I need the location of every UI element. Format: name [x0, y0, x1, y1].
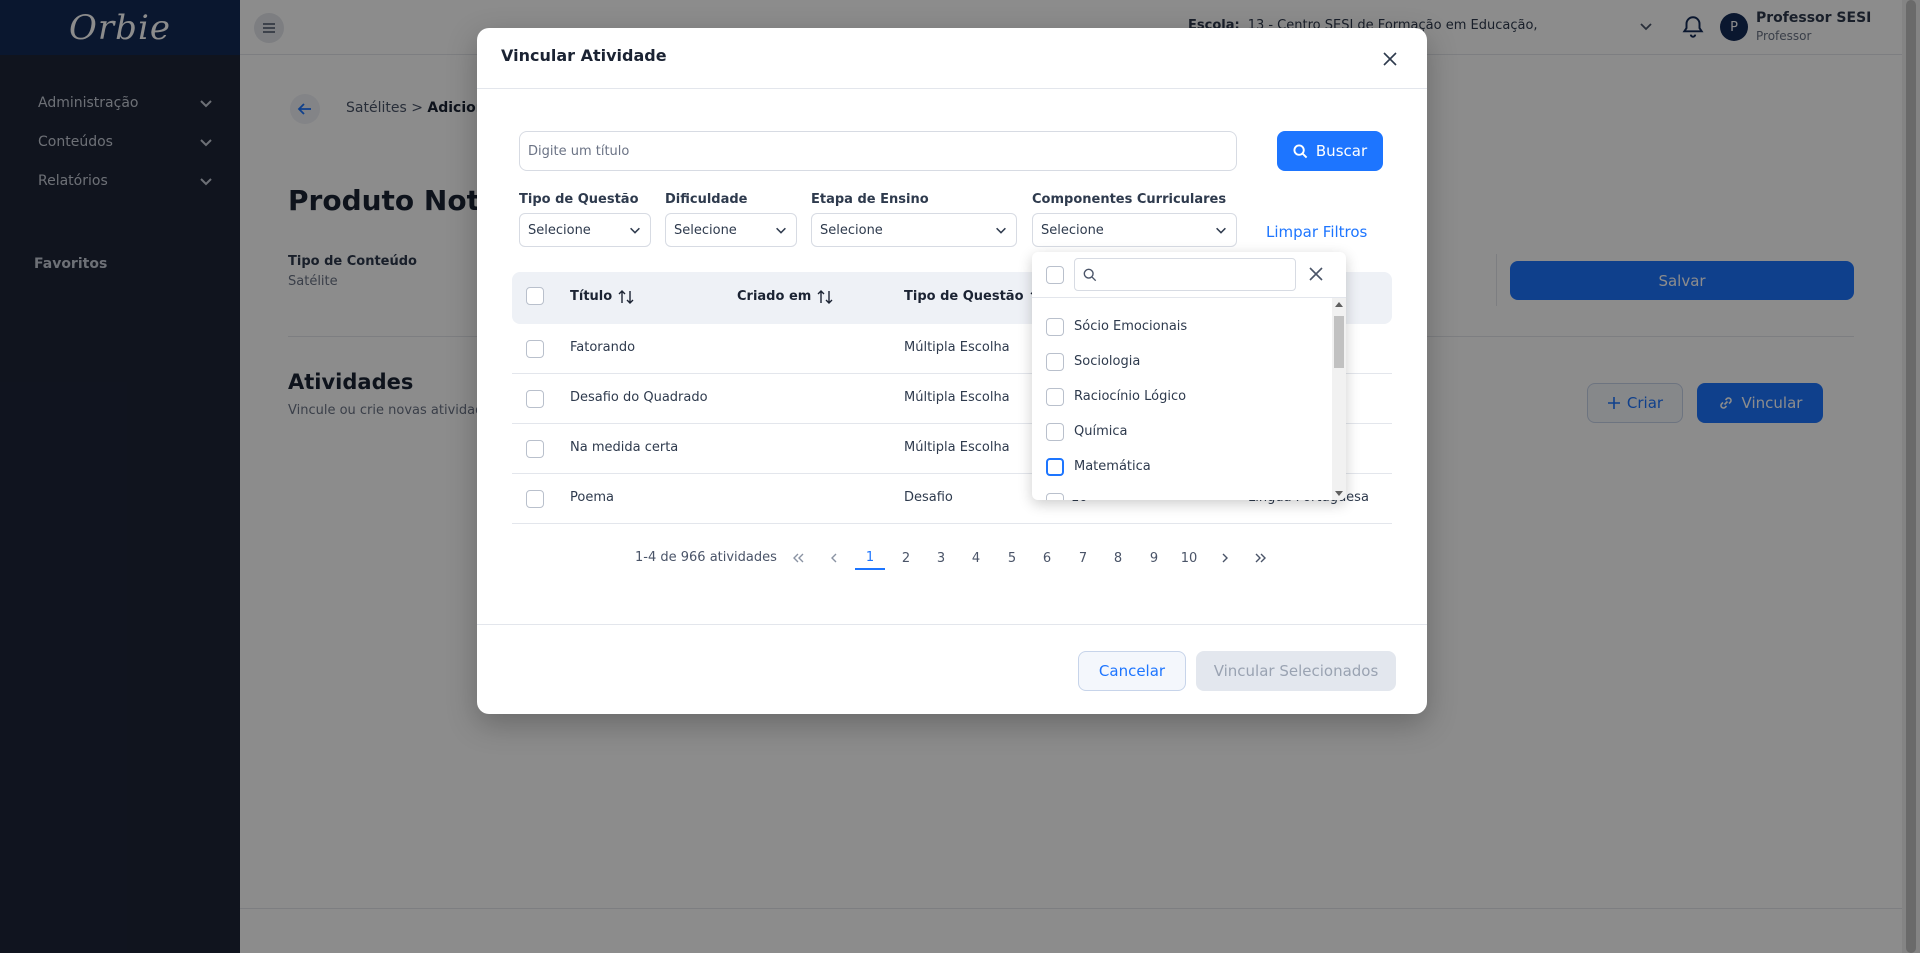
select-all-checkbox[interactable] — [526, 287, 544, 305]
dropdown-header — [1032, 252, 1346, 298]
dropdown-option[interactable]: Sócio Emocionais — [1032, 309, 1328, 344]
row-checkbox[interactable] — [526, 390, 544, 408]
difficulty-select[interactable]: Selecione — [665, 213, 797, 247]
close-icon — [1383, 52, 1397, 66]
option-checkbox[interactable] — [1046, 457, 1064, 476]
chevron-down-icon — [630, 227, 640, 234]
option-checkbox[interactable] — [1046, 317, 1064, 336]
dropdown-option[interactable] — [1032, 484, 1328, 500]
search-button[interactable]: Buscar — [1277, 131, 1383, 171]
filter-teaching-stage: Etapa de Ensino Selecione — [811, 192, 1017, 247]
column-label: Tipo de Questão — [904, 289, 1024, 304]
clear-filters-link[interactable]: Limpar Filtros — [1266, 223, 1367, 241]
link-selected-button[interactable]: Vincular Selecionados — [1196, 651, 1396, 691]
page-button[interactable]: 1 — [855, 546, 885, 570]
cell-title: Desafio do Quadrado — [570, 390, 708, 405]
next-page-button[interactable] — [1210, 546, 1240, 570]
page-button[interactable]: 2 — [891, 546, 921, 570]
option-label: Química — [1074, 424, 1128, 439]
modal-title: Vincular Atividade — [501, 46, 667, 65]
last-page-button[interactable] — [1246, 546, 1276, 570]
row-checkbox[interactable] — [526, 490, 544, 508]
title-search-input[interactable] — [519, 131, 1237, 171]
page-button[interactable]: 6 — [1032, 546, 1062, 570]
chevron-down-icon — [996, 227, 1006, 234]
dropdown-option[interactable]: Matemática — [1032, 449, 1328, 484]
column-created[interactable]: Criado em — [737, 289, 833, 304]
filter-difficulty: Dificuldade Selecione — [665, 192, 797, 247]
filter-label: Etapa de Ensino — [811, 192, 929, 207]
option-label: Raciocínio Lógico — [1074, 389, 1187, 404]
dropdown-search-input[interactable] — [1074, 258, 1296, 291]
scroll-down-icon[interactable] — [1335, 491, 1343, 496]
column-label: Título — [570, 289, 613, 304]
select-value: Selecione — [528, 222, 591, 238]
option-checkbox[interactable] — [1046, 492, 1064, 500]
filter-label: Dificuldade — [665, 192, 748, 207]
cell-title: Na medida certa — [570, 440, 679, 455]
sort-icon — [817, 289, 833, 304]
select-value: Selecione — [674, 222, 737, 238]
search-icon — [1083, 268, 1097, 282]
chevron-right-icon — [1222, 553, 1228, 563]
cell-title: Fatorando — [570, 340, 636, 355]
divider — [477, 624, 1427, 625]
page-button[interactable]: 9 — [1139, 546, 1169, 570]
option-checkbox[interactable] — [1046, 387, 1064, 406]
page-button[interactable]: 7 — [1068, 546, 1098, 570]
page-button[interactable]: 4 — [961, 546, 991, 570]
teaching-stage-select[interactable]: Selecione — [811, 213, 1017, 247]
option-label: Sociologia — [1074, 354, 1141, 369]
cell-title: Poema — [570, 490, 614, 505]
column-title[interactable]: Título — [570, 289, 634, 304]
dropdown-option[interactable]: Química — [1032, 414, 1328, 449]
cell-type: Múltipla Escolha — [904, 340, 1010, 355]
chevrons-left-icon — [793, 553, 804, 563]
page-button[interactable]: 8 — [1103, 546, 1133, 570]
select-value: Selecione — [1041, 222, 1104, 238]
question-type-select[interactable]: Selecione — [519, 213, 651, 247]
chevron-down-icon — [776, 227, 786, 234]
search-icon — [1293, 143, 1308, 158]
page-button[interactable]: 3 — [926, 546, 956, 570]
curricular-components-select[interactable]: Selecione — [1032, 213, 1237, 247]
cancel-button[interactable]: Cancelar — [1078, 651, 1186, 691]
divider — [477, 88, 1427, 89]
close-icon[interactable] — [1306, 264, 1326, 284]
cell-type: Desafio — [904, 490, 953, 505]
option-label: Matemática — [1074, 459, 1151, 474]
column-label: Criado em — [737, 289, 812, 304]
prev-page-button[interactable] — [819, 546, 849, 570]
chevrons-right-icon — [1255, 553, 1266, 563]
select-value: Selecione — [820, 222, 883, 238]
filter-question-type: Tipo de Questão Selecione — [519, 192, 651, 247]
option-checkbox[interactable] — [1046, 422, 1064, 441]
select-all-options-checkbox[interactable] — [1046, 266, 1064, 284]
dropdown-option[interactable]: Sociologia — [1032, 344, 1328, 379]
row-checkbox[interactable] — [526, 440, 544, 458]
column-question-type[interactable]: Tipo de Questão — [904, 289, 1046, 304]
cell-type: Múltipla Escolha — [904, 440, 1010, 455]
sort-icon — [618, 289, 634, 304]
search-button-label: Buscar — [1315, 142, 1368, 160]
option-checkbox[interactable] — [1046, 352, 1064, 371]
first-page-button[interactable] — [783, 546, 813, 570]
filter-curricular-components: Componentes Curriculares Selecione — [1032, 192, 1237, 247]
dropdown-scrollbar[interactable] — [1332, 298, 1346, 500]
filter-label: Tipo de Questão — [519, 192, 639, 207]
chevron-left-icon — [831, 553, 837, 563]
curricular-components-dropdown: Sócio Emocionais Sociologia Raciocínio L… — [1032, 252, 1346, 500]
close-button[interactable] — [1379, 48, 1401, 70]
filter-label: Componentes Curriculares — [1032, 192, 1227, 207]
scrollbar-thumb[interactable] — [1334, 316, 1344, 368]
pagination-info: 1-4 de 966 atividades — [635, 550, 777, 565]
option-label: Sócio Emocionais — [1074, 319, 1188, 334]
page-button[interactable]: 5 — [997, 546, 1027, 570]
page-button[interactable]: 10 — [1174, 546, 1204, 570]
row-checkbox[interactable] — [526, 340, 544, 358]
cell-type: Múltipla Escolha — [904, 390, 1010, 405]
dropdown-option[interactable]: Raciocínio Lógico — [1032, 379, 1328, 414]
scroll-up-icon[interactable] — [1335, 302, 1343, 307]
chevron-down-icon — [1216, 227, 1226, 234]
